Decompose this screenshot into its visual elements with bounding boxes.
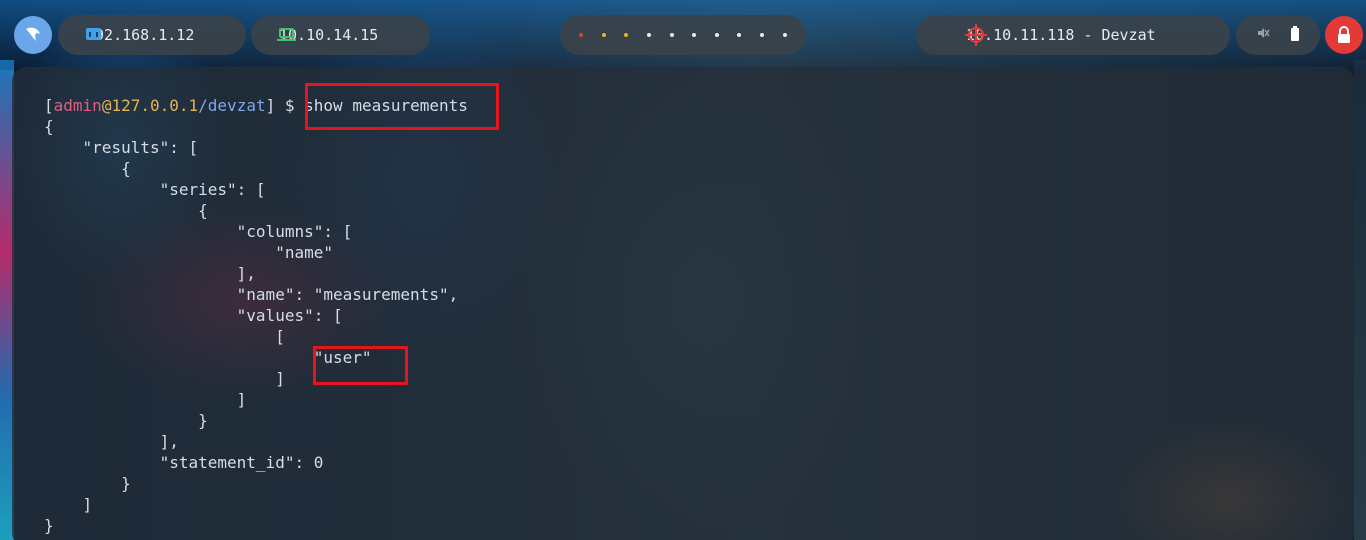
workspace-switcher xyxy=(560,15,806,55)
output-line: ] xyxy=(44,369,285,388)
laptop-icon xyxy=(277,28,296,41)
wallpaper-edge xyxy=(1354,60,1366,540)
output-line: } xyxy=(44,411,208,430)
output-line: } xyxy=(44,516,54,535)
target-icon xyxy=(965,24,987,46)
system-tray xyxy=(1236,15,1320,55)
output-line: "columns": [ xyxy=(44,222,353,241)
prompt-user: admin xyxy=(53,96,102,115)
prompt-path: /devzat xyxy=(198,96,266,115)
output-line: { xyxy=(44,117,54,136)
local-ip-widget[interactable]: 192.168.1.12 xyxy=(58,15,246,55)
output-line: { xyxy=(44,159,131,178)
workspace-10-dot[interactable] xyxy=(782,33,787,37)
local-ip-label: 192.168.1.12 xyxy=(86,26,195,44)
target-widget[interactable]: 10.10.11.118 - Devzat xyxy=(916,15,1230,55)
workspace-8-dot[interactable] xyxy=(737,33,742,37)
command-highlight-box xyxy=(305,83,499,130)
workspace-6-dot[interactable] xyxy=(692,33,697,37)
network-icon xyxy=(86,28,101,40)
prompt-bracket-open: [ xyxy=(44,96,54,115)
output-line: ] xyxy=(44,390,247,409)
battery-icon[interactable] xyxy=(1290,25,1300,45)
target-label: 10.10.11.118 - Devzat xyxy=(966,26,1156,44)
output-line: [ xyxy=(44,327,285,346)
prompt-at: @ xyxy=(101,96,112,115)
output-line: ], xyxy=(44,264,256,283)
terminal-window[interactable]: [admin@127.0.0.1/devzat] $ show measurem… xyxy=(12,67,1354,540)
prompt-symbol: $ xyxy=(284,96,295,115)
workspace-4-dot[interactable] xyxy=(647,33,652,37)
workspace-2-dot[interactable] xyxy=(601,33,606,37)
prompt-host: 127.0.0.1 xyxy=(111,96,199,115)
output-line: "statement_id": 0 xyxy=(44,453,324,472)
output-line: "name" xyxy=(44,243,333,262)
output-line: ] xyxy=(44,495,93,514)
output-line: "results": [ xyxy=(44,138,199,157)
vpn-ip-widget[interactable]: 10.10.14.15 xyxy=(251,15,430,55)
mute-icon[interactable] xyxy=(1256,26,1270,44)
workspace-1-dot[interactable] xyxy=(579,33,584,37)
workspace-7-dot[interactable] xyxy=(714,33,719,37)
top-bar: 192.168.1.12 10.10.14.15 10.10.11.118 - … xyxy=(0,0,1366,70)
lock-icon[interactable] xyxy=(1325,16,1363,54)
workspace-3-dot[interactable] xyxy=(624,33,629,37)
output-line: } xyxy=(44,474,131,493)
parrot-logo-icon[interactable] xyxy=(14,16,52,54)
output-line: "series": [ xyxy=(44,180,266,199)
output-line: "values": [ xyxy=(44,306,343,325)
output-line: { xyxy=(44,201,208,220)
output-line: "name": "measurements", xyxy=(44,285,459,304)
terminal-content: [admin@127.0.0.1/devzat] $ show measurem… xyxy=(44,95,468,536)
workspace-5-dot[interactable] xyxy=(669,33,674,37)
output-line: ], xyxy=(44,432,179,451)
workspace-9-dot[interactable] xyxy=(760,33,765,37)
prompt-bracket-close: ] xyxy=(265,96,276,115)
value-highlight-box xyxy=(313,346,408,385)
